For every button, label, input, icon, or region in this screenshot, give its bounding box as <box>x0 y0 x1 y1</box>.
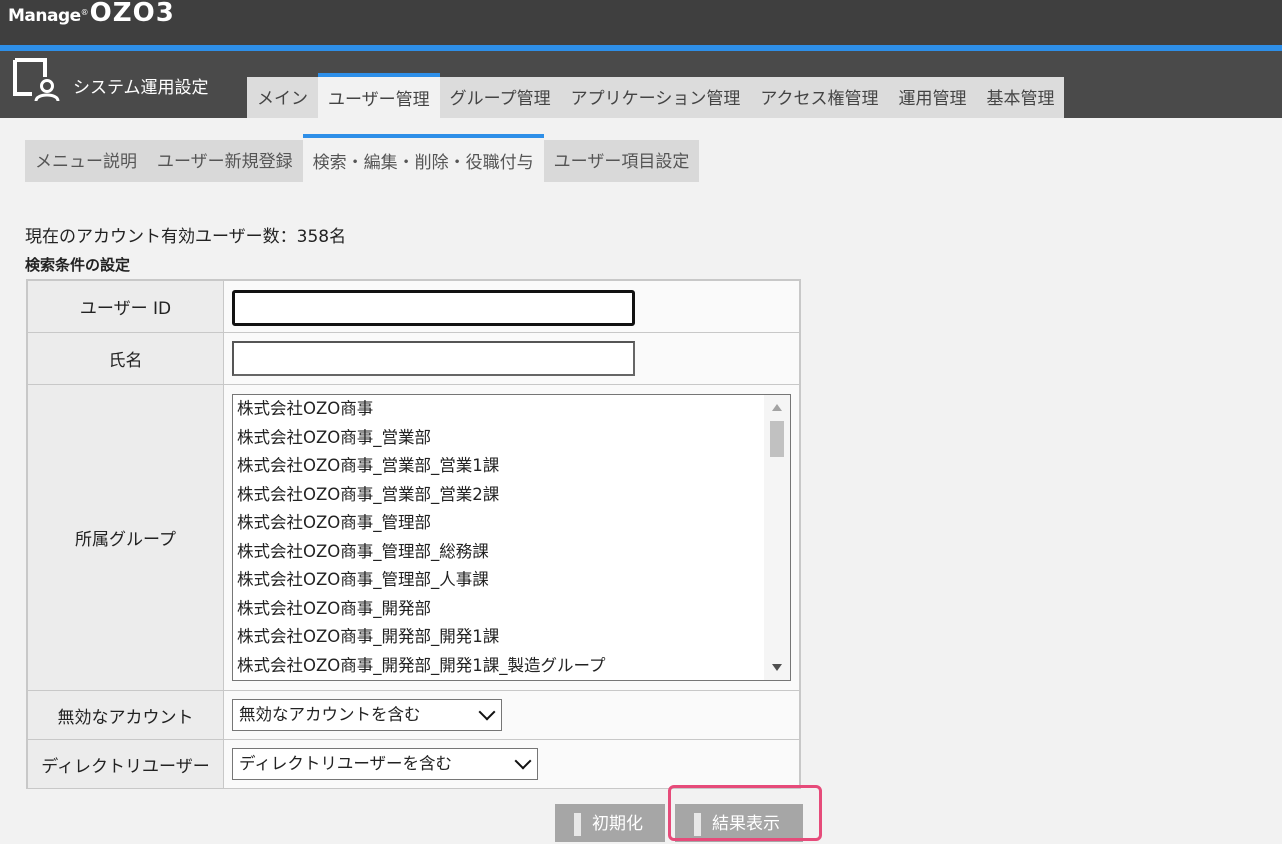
list-item[interactable]: 株式会社OZO商事_管理部 <box>233 509 790 538</box>
list-item[interactable]: 株式会社OZO商事_開発部_開発1課_製造グループ <box>233 652 790 681</box>
logo-name: OZO3 <box>89 0 175 28</box>
invalid-account-label: 無効なアカウント <box>28 691 224 739</box>
tab-basic-management[interactable]: 基本管理 <box>976 77 1065 118</box>
section-title: システム運用設定 <box>73 78 209 98</box>
logo-reg-mark: ® <box>80 7 89 17</box>
invalid-account-select[interactable]: 無効なアカウントを含む <box>232 699 502 731</box>
scroll-down-icon[interactable] <box>772 664 782 671</box>
directory-user-select[interactable]: ディレクトリユーザーを含む <box>232 748 538 780</box>
invalid-account-value: 無効なアカウントを含む <box>239 705 421 724</box>
active-user-count: 現在のアカウント有効ユーザー数：358名 <box>25 227 347 247</box>
subtab-search-edit[interactable]: 検索・編集・削除・役職付与 <box>302 134 544 180</box>
user-id-input[interactable] <box>232 290 635 326</box>
tab-group-management[interactable]: グループ管理 <box>439 77 561 118</box>
list-item[interactable]: 株式会社OZO商事_開発部 <box>233 595 790 624</box>
reset-button-label: 初期化 <box>592 814 643 834</box>
list-item[interactable]: 株式会社OZO商事_営業部_営業1課 <box>233 452 790 481</box>
chevron-down-icon <box>478 703 496 721</box>
tab-operation-management[interactable]: 運用管理 <box>888 77 977 118</box>
search-conditions-title: 検索条件の設定 <box>25 256 131 274</box>
logo-prefix: Manage <box>8 6 81 26</box>
list-item[interactable]: 株式会社OZO商事_管理部_総務課 <box>233 538 790 567</box>
list-item[interactable]: 株式会社OZO商事_営業部 <box>233 424 790 453</box>
chevron-down-icon <box>514 752 532 770</box>
sub-tabs: メニュー説明 ユーザー新規登録 検索・編集・削除・役職付与 ユーザー項目設定 <box>25 134 700 182</box>
main-tabs: メイン ユーザー管理 グループ管理 アプリケーション管理 アクセス権管理 運用管… <box>247 73 1065 118</box>
directory-user-label: ディレクトリユーザー <box>28 740 224 788</box>
highlight-box <box>668 785 822 841</box>
group-listbox[interactable]: 株式会社OZO商事 株式会社OZO商事_営業部 株式会社OZO商事_営業部_営業… <box>232 394 791 681</box>
subtab-menu-description[interactable]: メニュー説明 <box>25 140 147 182</box>
list-item[interactable]: 株式会社OZO商事_開発部_開発1課 <box>233 623 790 652</box>
system-header: システム運用設定 メイン ユーザー管理 グループ管理 アプリケーション管理 アク… <box>0 51 1282 118</box>
group-label: 所属グループ <box>28 385 224 690</box>
subtab-user-fields[interactable]: ユーザー項目設定 <box>543 140 700 182</box>
directory-user-row: ディレクトリユーザー ディレクトリユーザーを含む <box>28 740 799 788</box>
directory-user-value: ディレクトリユーザーを含む <box>239 754 453 773</box>
name-input[interactable] <box>232 341 635 376</box>
list-item[interactable]: 株式会社OZO商事 <box>233 395 790 424</box>
user-id-row: ユーザー ID <box>28 281 799 332</box>
reset-button[interactable]: 初期化 <box>555 804 665 842</box>
subtab-new-user[interactable]: ユーザー新規登録 <box>147 140 303 182</box>
list-item[interactable]: 株式会社OZO商事_営業部_営業2課 <box>233 481 790 510</box>
user-settings-icon <box>13 58 60 102</box>
listbox-scrollbar[interactable] <box>764 395 790 680</box>
group-row: 所属グループ 株式会社OZO商事 株式会社OZO商事_営業部 株式会社OZO商事… <box>28 385 799 690</box>
invalid-account-row: 無効なアカウント 無効なアカウントを含む <box>28 691 799 739</box>
tab-access-management[interactable]: アクセス権管理 <box>750 77 889 118</box>
app-logo: Manage®OZO3 <box>8 0 175 28</box>
button-bar-icon <box>574 813 581 836</box>
scroll-up-icon[interactable] <box>772 404 782 411</box>
list-item[interactable]: 株式会社OZO商事_管理部_人事課 <box>233 566 790 595</box>
tab-user-management[interactable]: ユーザー管理 <box>318 73 440 118</box>
name-label: 氏名 <box>28 333 224 384</box>
name-row: 氏名 <box>28 333 799 384</box>
user-id-label: ユーザー ID <box>28 281 224 332</box>
scroll-thumb[interactable] <box>770 421 784 457</box>
tab-main[interactable]: メイン <box>247 77 318 118</box>
search-form: ユーザー ID 氏名 所属グループ 株式会社OZO商事 株式会社OZO商事_営業… <box>26 279 801 789</box>
tab-application-management[interactable]: アプリケーション管理 <box>560 77 751 118</box>
top-bar: Manage®OZO3 <box>0 0 1282 45</box>
